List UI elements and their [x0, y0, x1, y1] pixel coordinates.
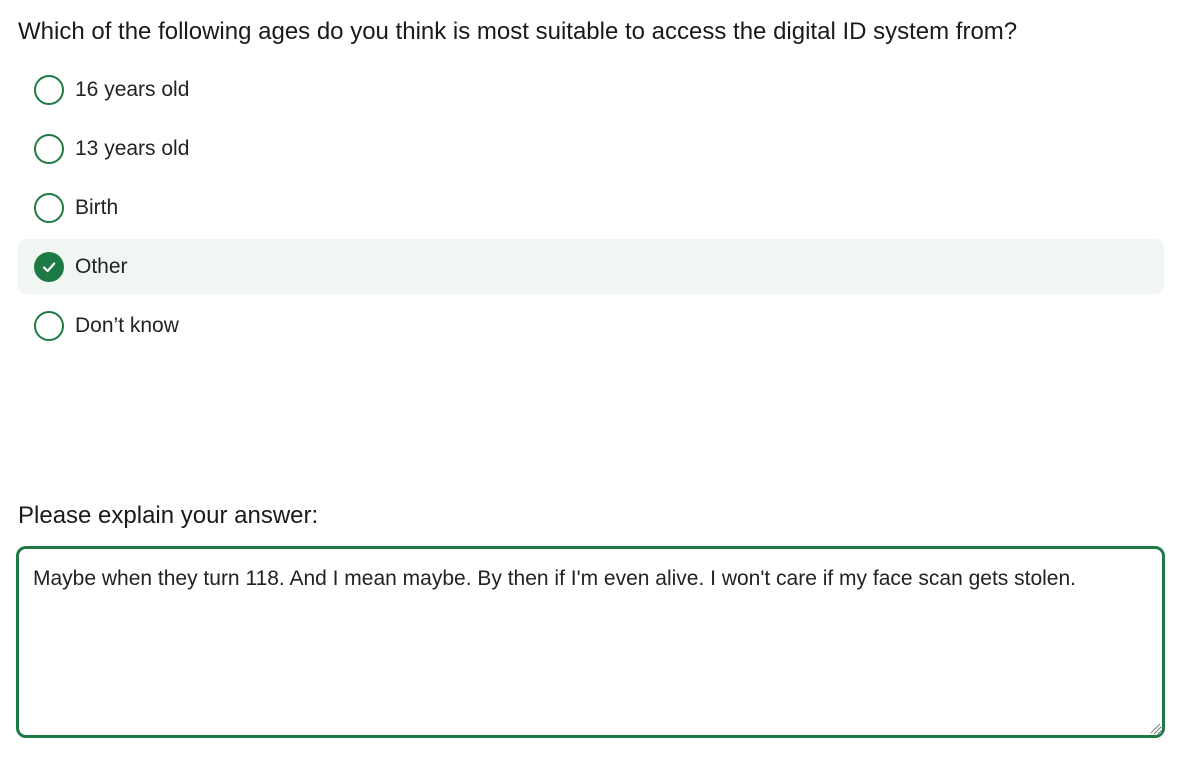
radio-button[interactable] [34, 133, 64, 164]
question-title: Which of the following ages do you think… [18, 18, 1018, 45]
option-label: Other [75, 254, 128, 278]
explain-answer-textarea[interactable]: Maybe when they turn 118. And I mean may… [16, 546, 1165, 738]
option-label: 13 years old [75, 136, 190, 160]
option-label: Birth [75, 195, 119, 219]
explain-answer-label: Please explain your answer: [18, 502, 319, 529]
option-dont-know[interactable]: Don’t know [18, 298, 1164, 353]
radio-button[interactable] [34, 310, 64, 341]
radio-button[interactable] [34, 251, 64, 282]
explain-answer-container: Maybe when they turn 118. And I mean may… [16, 546, 1165, 738]
option-13-years-old[interactable]: 13 years old [18, 121, 1164, 176]
answer-options-list: 16 years old 13 years old Birth Other Do… [18, 62, 1164, 357]
option-other[interactable]: Other [18, 239, 1164, 294]
checkmark-icon [42, 262, 56, 272]
option-16-years-old[interactable]: 16 years old [18, 62, 1164, 117]
survey-page: Which of the following ages do you think… [0, 0, 1200, 768]
option-label: Don’t know [75, 313, 179, 337]
radio-button[interactable] [34, 192, 64, 223]
option-birth[interactable]: Birth [18, 180, 1164, 235]
radio-button[interactable] [34, 74, 64, 105]
option-label: 16 years old [75, 77, 190, 101]
